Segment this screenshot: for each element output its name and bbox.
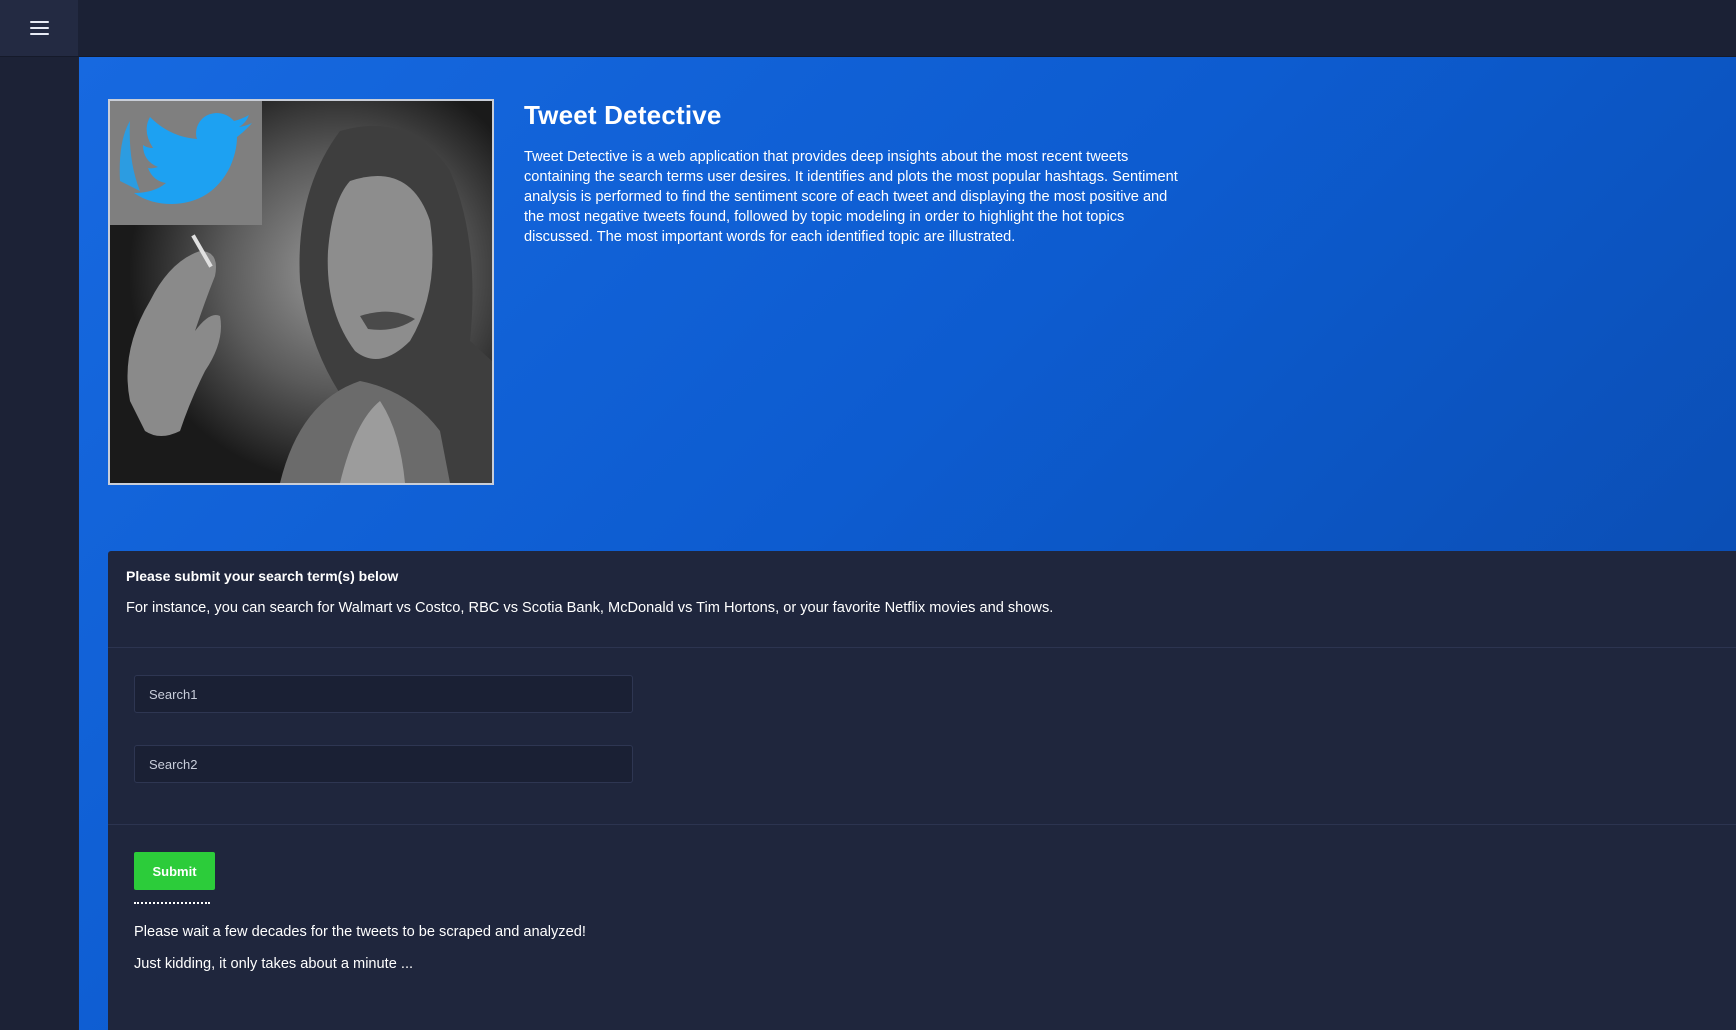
search-card-subtitle: For instance, you can search for Walmart… [126,600,1054,616]
top-navbar [0,0,1736,57]
search-card-title: Please submit your search term(s) below [126,568,399,584]
search-card-body [108,648,1736,825]
hero-illustration [110,101,492,483]
search-card: Please submit your search term(s) below … [108,551,1736,1030]
wait-message-2: Just kidding, it only takes about a minu… [134,956,414,972]
hero-image [108,99,494,485]
sidebar [0,57,78,1030]
menu-toggle-button[interactable] [0,0,78,56]
app-title: Tweet Detective [524,100,722,130]
search1-input[interactable] [134,675,633,713]
loading-dots [134,902,210,904]
search-card-header: Please submit your search term(s) below … [108,551,1736,648]
search2-input[interactable] [134,745,633,783]
search-card-footer: Submit Please wait a few decades for the… [108,825,1736,972]
wait-message: Please wait a few decades for the tweets… [134,924,586,940]
app-description: Tweet Detective is a web application tha… [524,149,1178,245]
submit-button[interactable]: Submit [134,852,215,890]
main-content: Tweet Detective Tweet Detective is a web… [79,57,1736,1030]
hamburger-menu-icon [29,20,49,36]
